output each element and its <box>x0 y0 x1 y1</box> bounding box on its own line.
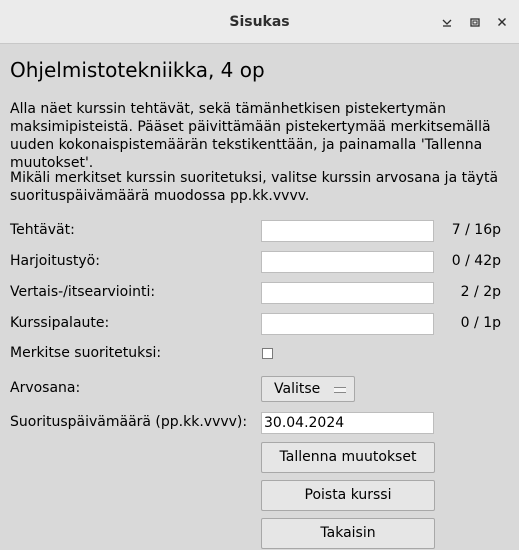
intro-text: Alla näet kurssin tehtävät, sekä tämänhe… <box>10 101 491 171</box>
date-label: Suorituspäivämäärä (pp.kk.vvvv): <box>10 414 248 430</box>
save-button[interactable]: Tallenna muutokset <box>261 442 435 473</box>
peer-review-label: Vertais-/itsearviointi: <box>10 284 156 300</box>
maximize-button[interactable] <box>465 12 485 32</box>
completed-checkbox[interactable] <box>262 348 273 359</box>
tasks-points-input[interactable] <box>261 220 434 242</box>
project-points-status: 0 / 42p <box>451 253 501 269</box>
completion-info-text: Mikäli merkitset kurssin suoritetuksi, v… <box>10 170 499 204</box>
title-bar: Sisukas <box>0 0 519 44</box>
feedback-points-input[interactable] <box>261 313 434 335</box>
grade-select[interactable]: Valitse <box>261 376 355 402</box>
grade-label: Arvosana: <box>10 380 81 396</box>
completed-label: Merkitse suoritetuksi: <box>10 345 162 361</box>
grade-select-value: Valitse <box>274 381 321 397</box>
feedback-points-status: 0 / 1p <box>460 315 501 331</box>
feedback-label: Kurssipalaute: <box>10 315 110 331</box>
peer-review-points-input[interactable] <box>261 282 434 304</box>
project-points-input[interactable] <box>261 251 434 273</box>
maximize-icon <box>470 18 480 27</box>
peer-review-points-status: 2 / 2p <box>460 284 501 300</box>
tasks-label: Tehtävät: <box>10 222 75 238</box>
course-heading: Ohjelmistotekniikka, 4 op <box>10 58 265 82</box>
chevron-down-icon <box>442 19 452 27</box>
tasks-points-status: 7 / 16p <box>451 222 501 238</box>
delete-course-button[interactable]: Poista kurssi <box>261 480 435 511</box>
dropdown-icon <box>334 387 346 393</box>
minimize-button[interactable] <box>437 12 457 32</box>
close-icon <box>498 18 506 26</box>
date-input[interactable] <box>261 412 434 434</box>
project-label: Harjoitustyö: <box>10 253 100 269</box>
close-button[interactable] <box>492 12 512 32</box>
back-button[interactable]: Takaisin <box>261 518 435 549</box>
